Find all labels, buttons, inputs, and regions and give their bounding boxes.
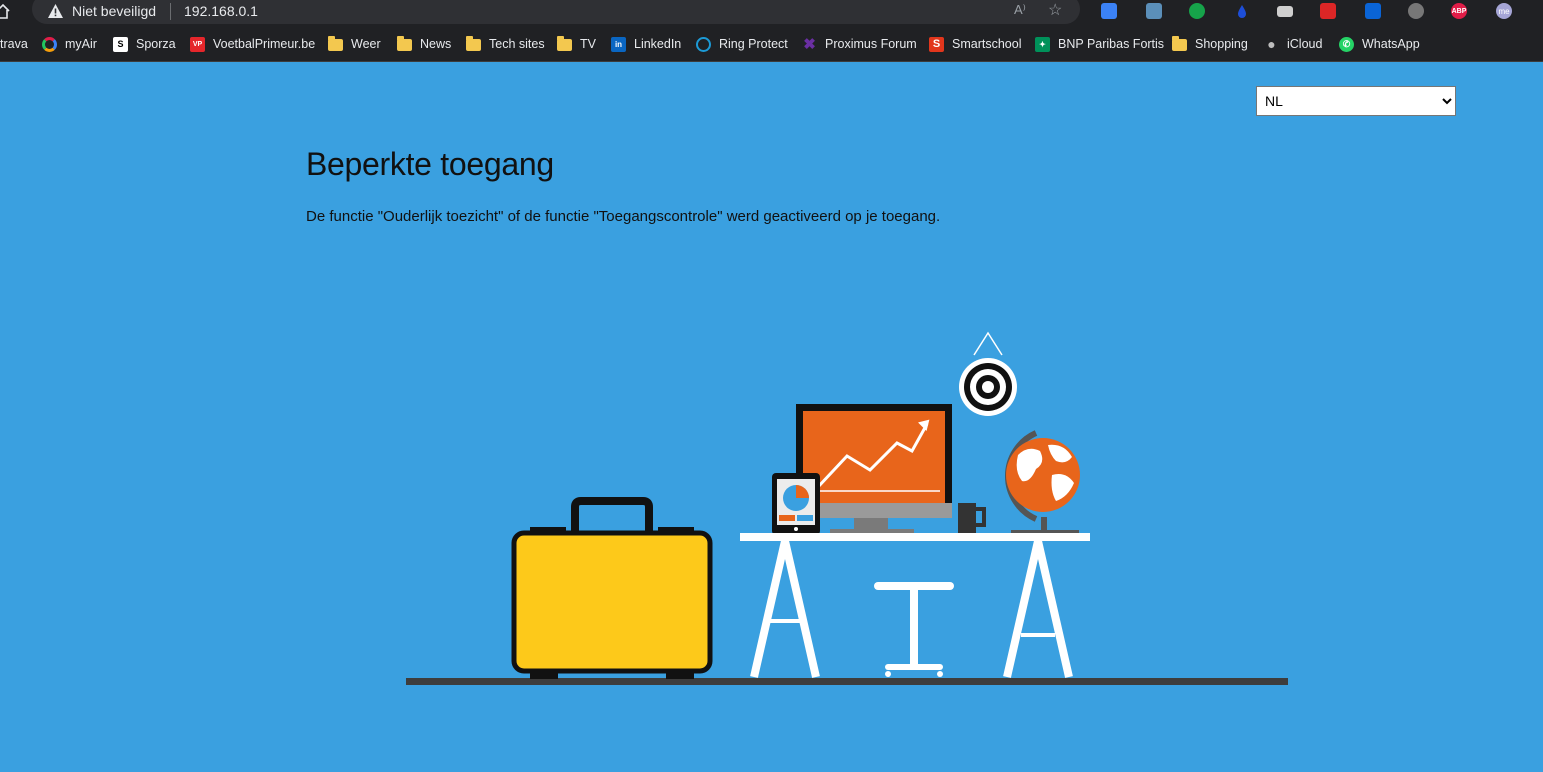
abp-extension-icon[interactable]: ABP [1451, 3, 1467, 19]
bookmark-label: Shopping [1195, 37, 1248, 51]
page-description: De functie "Ouderlijk toezicht" of de fu… [306, 208, 941, 225]
bookmark-linkedin[interactable]: in LinkedIn [611, 26, 681, 62]
whatsapp-icon: ✆ [1339, 36, 1354, 52]
warning-icon[interactable] [47, 3, 64, 19]
bookmark-label: Smartschool [952, 37, 1022, 51]
bookmark-label: BNP Paribas Fortis [1058, 37, 1165, 51]
outlook-extension-icon[interactable] [1365, 3, 1381, 19]
camera-extension-icon[interactable] [1146, 3, 1162, 19]
proximus-icon: ✖ [803, 36, 816, 53]
bookmark-label: Sporza [136, 37, 176, 51]
bookmark-voetbalprimeur[interactable]: VP VoetbalPrimeur.be [190, 26, 315, 62]
spy-extension-icon[interactable] [1408, 3, 1424, 19]
download-extension-icon[interactable] [1101, 3, 1117, 19]
language-select[interactable]: NL [1256, 86, 1456, 116]
target-icon [959, 331, 1017, 416]
bookmark-label: WhatsApp [1362, 37, 1420, 51]
bookmark-whatsapp[interactable]: ✆ WhatsApp [1339, 26, 1420, 62]
page-title: Beperkte toegang [306, 146, 554, 182]
bookmark-label: iCloud [1287, 37, 1323, 51]
bookmark-folder-news[interactable]: News [397, 26, 451, 62]
smartschool-icon: S [929, 36, 944, 52]
linkedin-icon: in [611, 36, 626, 52]
sync-extension-icon[interactable] [1189, 3, 1205, 19]
bookmark-bnp-paribas-fortis[interactable]: ✦ BNP Paribas Fortis [1035, 26, 1164, 62]
suitcase-icon [511, 497, 713, 679]
mail-extension-icon[interactable] [1277, 6, 1293, 17]
bookmark-label: News [420, 37, 452, 51]
workspace-illustration [406, 331, 1288, 685]
bookmark-icloud[interactable]: ● iCloud [1264, 26, 1322, 62]
folder-icon [466, 36, 481, 51]
bookmark-folder-tv[interactable]: TV [557, 26, 596, 62]
read-aloud-icon[interactable]: A⁾ [1014, 2, 1032, 20]
bookmark-folder-shopping[interactable]: Shopping [1172, 26, 1248, 62]
bookmark-myair[interactable]: myAir [42, 26, 97, 62]
bookmark-trava[interactable]: trava [0, 26, 28, 62]
apple-icon: ● [1267, 36, 1276, 52]
globe-icon [1004, 430, 1080, 535]
bookmark-label: myAir [65, 37, 97, 51]
bookmark-folder-weer[interactable]: Weer [328, 26, 381, 62]
bookmark-proximus-forum[interactable]: ✖ Proximus Forum [802, 26, 917, 62]
url-text[interactable]: 192.168.0.1 [184, 3, 258, 19]
ring-protect-icon [696, 36, 711, 52]
floor-line [406, 678, 1288, 685]
bnp-icon: ✦ [1035, 36, 1050, 52]
bookmark-label: TV [580, 37, 596, 51]
profile-avatar[interactable]: me [1496, 3, 1512, 19]
security-status-label[interactable]: Niet beveiligd [72, 3, 156, 19]
bookmark-label: VoetbalPrimeur.be [213, 37, 316, 51]
folder-icon [328, 36, 343, 51]
folder-icon [1172, 36, 1187, 51]
bookmark-sporza[interactable]: S Sporza [113, 26, 176, 62]
sporza-icon: S [113, 36, 128, 52]
drop-extension-icon[interactable] [1234, 3, 1250, 19]
omnibox-divider [170, 3, 171, 20]
folder-icon [557, 36, 572, 51]
vp-icon: VP [190, 36, 205, 52]
home-icon[interactable] [0, 2, 10, 20]
browser-toolbar: Niet beveiligd 192.168.0.1 A⁾ ☆ ABP me [0, 0, 1543, 26]
bookmark-label: Tech sites [489, 37, 545, 51]
bookmark-label: Ring Protect [719, 37, 788, 51]
bookmark-label: Proximus Forum [825, 37, 917, 51]
bookmarks-bar: trava myAir S Sporza VP VoetbalPrimeur.b… [0, 26, 1543, 62]
mug-icon [958, 503, 986, 533]
bookmark-label: LinkedIn [634, 37, 682, 51]
favorite-star-icon[interactable]: ☆ [1048, 2, 1068, 20]
bookmark-label: Weer [351, 37, 381, 51]
myair-icon [42, 36, 57, 52]
tablet-icon [772, 473, 820, 535]
bookmark-smartschool[interactable]: S Smartschool [929, 26, 1021, 62]
bookmark-folder-tech-sites[interactable]: Tech sites [466, 26, 545, 62]
bookmark-label: trava [0, 37, 28, 51]
folder-icon [397, 36, 412, 51]
bookmark-ring-protect[interactable]: Ring Protect [696, 26, 788, 62]
stool-icon [874, 582, 954, 677]
shield-extension-icon[interactable] [1320, 3, 1336, 19]
